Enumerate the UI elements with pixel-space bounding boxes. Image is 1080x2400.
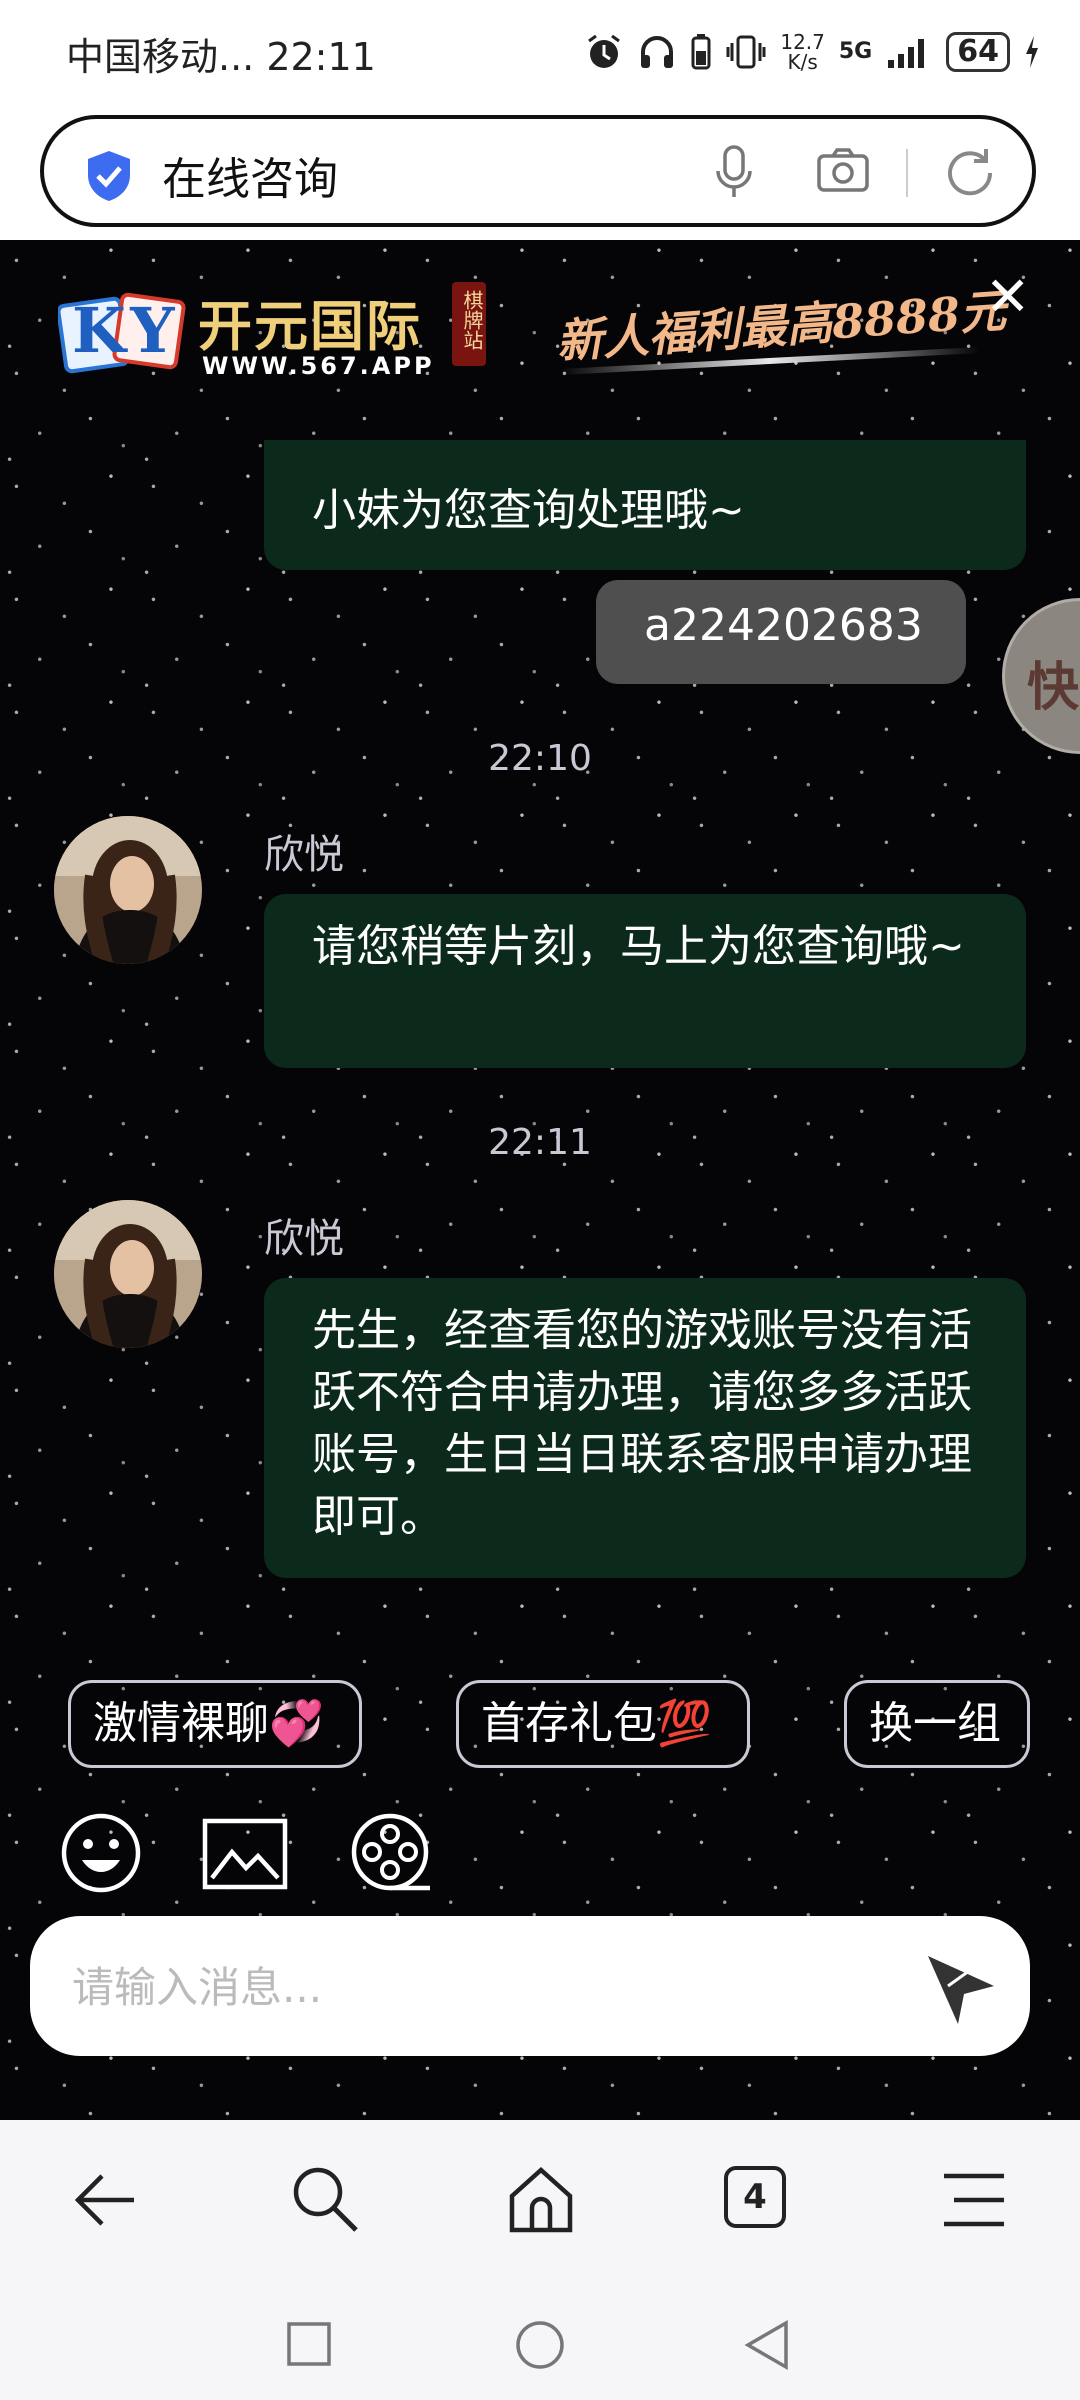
signal-icon bbox=[888, 39, 925, 68]
status-icons: 12.7 K/s 5G 64 bbox=[584, 22, 1040, 82]
signal-5g-label: 5G bbox=[838, 39, 873, 64]
system-nav-bar bbox=[0, 2285, 1080, 2400]
charging-icon bbox=[1026, 36, 1038, 68]
brand-url: WWW.567.APP bbox=[202, 352, 435, 380]
status-bar: 中国移动... 22:11 12.7 K/s 5G 64 bbox=[0, 0, 1080, 110]
quick-reply-chip[interactable]: 激情裸聊💞 bbox=[68, 1680, 362, 1768]
camera-icon[interactable] bbox=[816, 147, 870, 193]
network-speed: 12.7 K/s bbox=[780, 30, 825, 74]
browser-nav-bar: 4 bbox=[0, 2120, 1080, 2285]
address-bar[interactable]: 在线咨询 bbox=[40, 115, 1036, 227]
back-arrow-icon[interactable] bbox=[74, 2168, 138, 2232]
battery-small-icon bbox=[691, 34, 711, 70]
video-reel-icon[interactable] bbox=[350, 1812, 434, 1896]
timestamp: 22:11 bbox=[488, 1122, 592, 1163]
emoji-icon[interactable] bbox=[60, 1812, 142, 1894]
agent-name: 欣悦 bbox=[264, 832, 344, 878]
carrier-time: 中国移动... 22:11 bbox=[66, 35, 376, 79]
recents-icon[interactable] bbox=[286, 2321, 332, 2367]
home-circle-icon[interactable] bbox=[514, 2319, 566, 2371]
vibrate-icon bbox=[726, 35, 766, 69]
change-group-button[interactable]: 换一组 bbox=[844, 1680, 1030, 1768]
agent-message: 请您稍等片刻，马上为您查询哦~ bbox=[264, 894, 1026, 1068]
page-title: 在线咨询 bbox=[162, 154, 338, 205]
avatar[interactable] bbox=[54, 816, 202, 964]
chat-area[interactable]: KY 开元国际 棋牌站 WWW.567.APP 新人福利最高8888元 ✕ 小妹… bbox=[0, 240, 1080, 2120]
tabs-count: 4 bbox=[743, 2177, 767, 2217]
message-composer bbox=[30, 1916, 1030, 2056]
brand-tag: 棋牌站 bbox=[452, 282, 486, 366]
agent-name: 欣悦 bbox=[264, 1216, 344, 1262]
promo-banner[interactable]: KY 开元国际 棋牌站 WWW.567.APP 新人福利最高8888元 ✕ bbox=[0, 240, 1080, 410]
message-input[interactable] bbox=[70, 1946, 894, 2028]
user-message: a224202683 bbox=[596, 580, 966, 684]
headphones-icon bbox=[641, 36, 674, 68]
address-bar-divider bbox=[906, 149, 908, 197]
agent-message: 先生，经查看您的游戏账号没有活跃不符合申请办理，请您多多活跃账号，生日当日联系客… bbox=[264, 1278, 1026, 1578]
alarm-icon bbox=[588, 34, 621, 68]
send-icon[interactable] bbox=[922, 1950, 998, 2026]
tabs-button[interactable]: 4 bbox=[724, 2166, 786, 2228]
menu-icon[interactable] bbox=[940, 2170, 1008, 2230]
battery-indicator: 64 bbox=[946, 32, 1010, 72]
agent-message: 小妹为您查询处理哦~ bbox=[264, 440, 1026, 570]
brand-name: 开元国际 bbox=[198, 294, 422, 358]
back-triangle-icon[interactable] bbox=[742, 2319, 792, 2371]
search-icon[interactable] bbox=[290, 2164, 360, 2234]
avatar[interactable] bbox=[54, 1200, 202, 1348]
close-icon[interactable]: ✕ bbox=[985, 270, 1030, 324]
image-icon[interactable] bbox=[202, 1818, 288, 1890]
refresh-icon[interactable] bbox=[942, 145, 998, 201]
quick-reply-chip[interactable]: 首存礼包💯 bbox=[456, 1680, 750, 1768]
floating-quick-button[interactable]: 快 bbox=[1002, 598, 1080, 754]
microphone-icon[interactable] bbox=[714, 145, 754, 201]
shield-icon bbox=[88, 151, 130, 201]
floating-button-label: 快 bbox=[1027, 657, 1080, 718]
ky-logo: KY bbox=[58, 288, 188, 378]
ky-logo-text: KY bbox=[72, 294, 181, 367]
timestamp: 22:10 bbox=[488, 738, 592, 779]
home-icon[interactable] bbox=[506, 2164, 576, 2234]
